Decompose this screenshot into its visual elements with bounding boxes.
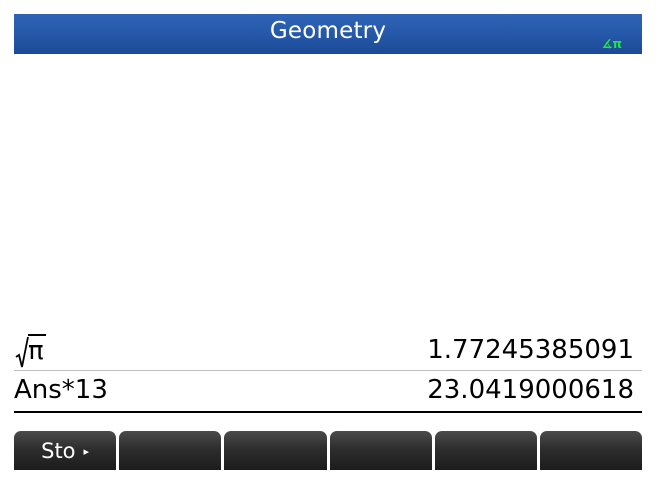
softkey-sto[interactable]: Sto ▸ — [14, 431, 117, 470]
calculator-screen: Geometry ∡π π 1.77245385091 Ans*13 23.04… — [0, 0, 656, 494]
history-entry[interactable]: Ans*13 23.0419000618 — [14, 370, 642, 410]
softkey-2[interactable] — [119, 431, 222, 470]
radical-sign-icon — [15, 336, 29, 368]
app-title: Geometry — [269, 18, 387, 44]
radicand: π — [28, 334, 46, 366]
right-arrow-icon: ▸ — [83, 445, 90, 458]
history-entry[interactable]: π 1.77245385091 — [14, 330, 642, 370]
angle-mode-indicator: ∡π — [601, 37, 622, 51]
title-bar: Geometry ∡π — [14, 14, 642, 54]
softkey-menu: Sto ▸ — [14, 431, 643, 470]
square-root-expression: π — [14, 330, 46, 370]
history-expression: π — [14, 330, 46, 370]
softkey-4[interactable] — [329, 431, 432, 470]
softkey-6[interactable] — [539, 431, 643, 470]
entry-line-divider — [14, 411, 642, 413]
history-expression: Ans*13 — [14, 375, 108, 405]
history-result: 23.0419000618 — [427, 375, 634, 405]
softkey-label: Sto — [41, 438, 76, 463]
history-result: 1.77245385091 — [427, 335, 634, 365]
softkey-3[interactable] — [224, 431, 327, 470]
softkey-5[interactable] — [434, 431, 537, 470]
